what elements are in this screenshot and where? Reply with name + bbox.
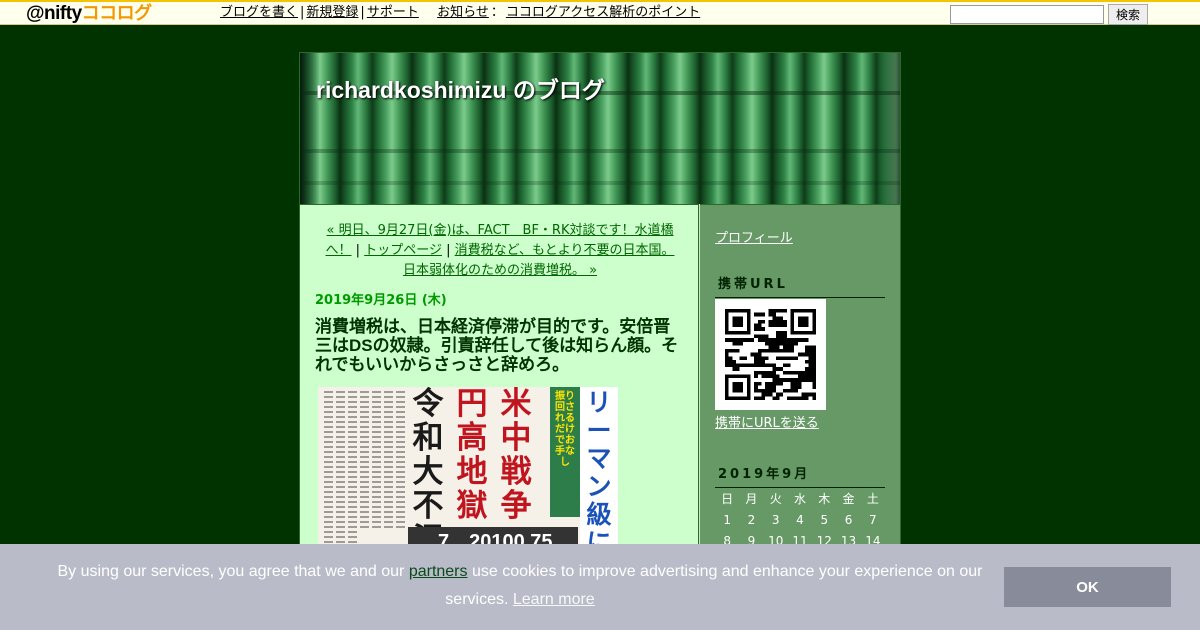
news-colon: ： <box>490 5 504 20</box>
learn-more-link[interactable]: Learn more <box>513 591 595 608</box>
headline-column-1: 米中戦争 <box>500 387 532 524</box>
blog-title[interactable]: richardkoshimizu のブログ <box>316 71 605 105</box>
write-blog-link[interactable]: ブログを書く <box>220 5 298 20</box>
calendar: 日月火水木金土 1234567 8 9 10 11 12 13 14 <box>715 488 885 551</box>
logo-nifty-text: @nifty <box>26 3 82 24</box>
send-url-to-mobile-link[interactable]: 携帯にURLを送る <box>715 412 819 431</box>
calendar-day: 2 <box>747 512 756 527</box>
pager-separator: | <box>355 243 361 258</box>
entry-date: 2019年9月26日 (木) <box>315 293 447 308</box>
nifty-cocolog-logo[interactable]: @niftyココログ <box>26 3 153 24</box>
top-page-link[interactable]: トップページ <box>364 243 442 258</box>
cookie-ok-button[interactable]: OK <box>1004 567 1171 607</box>
cookie-consent-bar: By using our services, you agree that we… <box>0 544 1200 630</box>
mobile-url-heading: 携帯URL <box>715 273 885 298</box>
access-analysis-link[interactable]: ココログアクセス解析のポイント <box>506 5 700 20</box>
support-link[interactable]: サポート <box>367 5 419 20</box>
calendar-weekdays: 日月火水木金土 <box>715 488 885 509</box>
register-link[interactable]: 新規登録 <box>306 5 358 20</box>
bamboo-banner: richardkoshimizu のブログ <box>300 53 900 204</box>
calendar-heading: 2019年9月 <box>715 463 885 488</box>
cookie-text-before: By using our services, you agree that we… <box>57 563 409 580</box>
calendar-weekday: 月 <box>745 492 758 506</box>
cookie-message: By using our services, you agree that we… <box>40 558 1000 614</box>
calendar-weekday: 土 <box>866 492 879 506</box>
calendar-weekday: 火 <box>769 492 782 506</box>
qr-code-icon <box>715 299 826 410</box>
search-input[interactable] <box>950 5 1104 24</box>
calendar-day: 1 <box>723 512 731 527</box>
nav-separator: | <box>360 5 365 20</box>
nav-separator: | <box>300 5 305 20</box>
calendar-day: 7 <box>869 512 877 527</box>
top-nav-bar: @niftyココログ ブログを書く | 新規登録 | サポート お知らせ：ココログアクセ… <box>0 0 1200 25</box>
bamboo-node <box>300 149 900 153</box>
calendar-day: 6 <box>844 512 853 527</box>
entry-title: 消費増税は、日本経済停滞が目的です。安倍晋三はDSの奴隷。引責辞任して後は知らん… <box>315 317 679 374</box>
news-link[interactable]: お知らせ <box>437 5 489 20</box>
pager-separator: | <box>446 243 451 258</box>
logo-cocolog-text: ココログ <box>81 3 153 23</box>
newspaper-body-text <box>396 391 405 531</box>
newspaper-body-text <box>372 391 381 531</box>
calendar-day: 4 <box>796 512 804 527</box>
calendar-week: 1 23 4 56 7 <box>715 509 885 530</box>
calendar-day: 5 <box>820 512 829 527</box>
headline-strip-text: 振り回されるだけでお手なし <box>555 391 575 468</box>
search-button[interactable]: 検索 <box>1108 4 1148 25</box>
bamboo-node <box>300 181 900 185</box>
partners-link[interactable]: partners <box>409 563 468 580</box>
headline-column-2: 円高地獄 <box>456 387 488 524</box>
calendar-weekday: 日 <box>721 492 734 506</box>
calendar-weekday: 木 <box>818 492 831 506</box>
entry-pager: « 明日、9月27日(金)は、FACT BF・RK対談です！水道橋へ！ | トッ… <box>320 221 680 281</box>
newspaper-body-text <box>360 391 369 531</box>
profile-link[interactable]: プロフィール <box>715 227 793 246</box>
calendar-weekday: 水 <box>793 492 806 506</box>
newspaper-body-text <box>384 391 393 531</box>
calendar-weekday: 金 <box>842 492 855 506</box>
calendar-day: 3 <box>771 512 780 527</box>
top-nav-links: ブログを書く | 新規登録 | サポート お知らせ：ココログアクセス解析のポイント <box>220 4 700 21</box>
next-entry-link[interactable]: 消費税など、もとより不要の日本国。日本弱体化のための消費増税。 » <box>403 243 675 278</box>
